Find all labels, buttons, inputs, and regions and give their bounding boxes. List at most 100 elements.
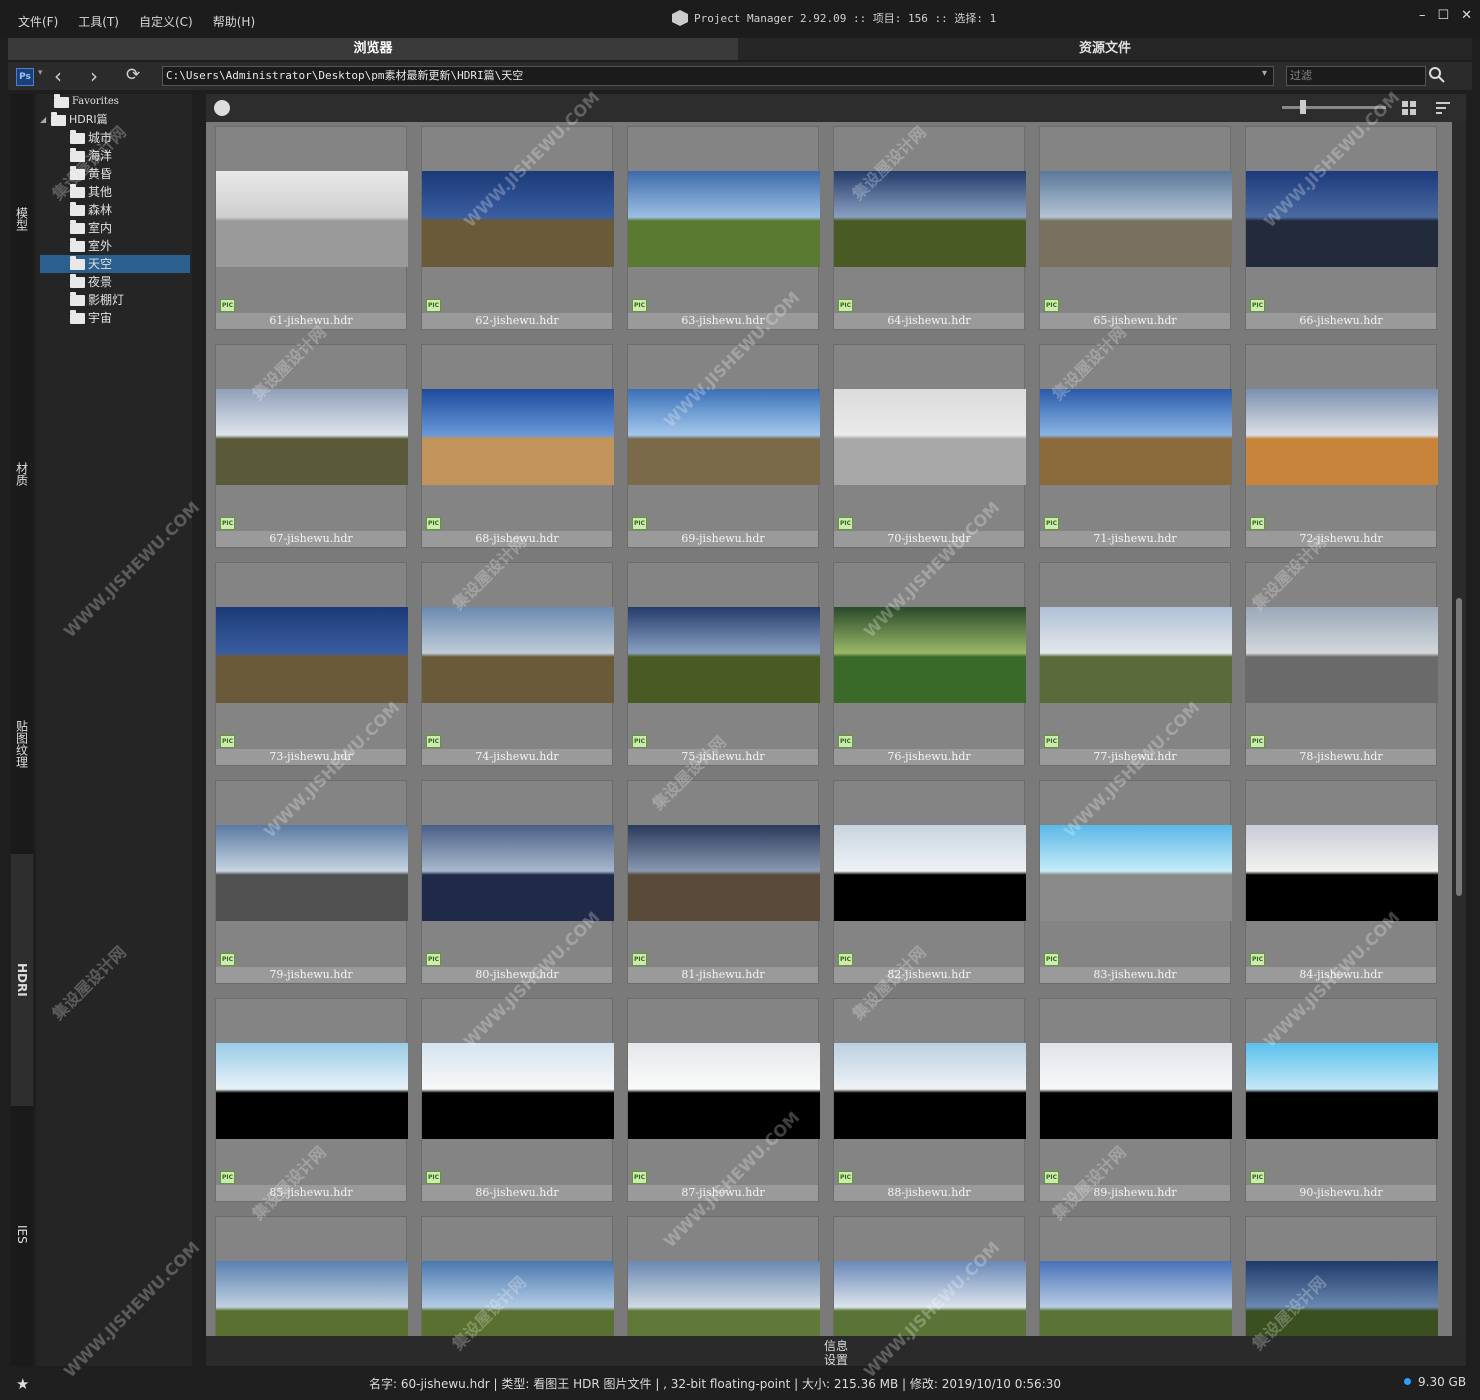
hdri-thumbnail — [834, 1261, 1026, 1336]
thumbnail-card[interactable]: PIC 80-jishewu.hdr — [421, 780, 614, 984]
thumbnail-card[interactable]: PIC 76-jishewu.hdr — [833, 562, 1026, 766]
thumbnail-card[interactable] — [421, 1216, 614, 1336]
tree-folder[interactable]: 室内 — [70, 219, 112, 237]
minimize-icon[interactable]: – — [1419, 8, 1426, 23]
hdri-thumbnail — [628, 1261, 820, 1336]
thumbnail-card[interactable] — [1039, 1216, 1232, 1336]
thumbnail-card[interactable] — [1245, 1216, 1438, 1336]
thumbnail-card[interactable]: PIC 63-jishewu.hdr — [627, 126, 820, 330]
favorites-folder-icon — [54, 93, 69, 108]
thumbnail-card[interactable]: PIC 64-jishewu.hdr — [833, 126, 1026, 330]
maximize-icon[interactable]: ☐ — [1437, 8, 1449, 23]
thumbnail-label: 77-jishewu.hdr — [1040, 749, 1230, 765]
thumbnail-card[interactable]: PIC 79-jishewu.hdr — [215, 780, 408, 984]
grid-scrollbar[interactable] — [1452, 122, 1466, 1336]
menu-customize[interactable]: 自定义(C) — [129, 13, 203, 30]
menu-file[interactable]: 文件(F) — [8, 13, 68, 30]
panel-splitter[interactable] — [192, 94, 204, 1366]
menu-tools[interactable]: 工具(T) — [68, 13, 129, 30]
close-icon[interactable]: ✕ — [1461, 8, 1472, 23]
collapse-icon[interactable]: ◢ — [40, 111, 48, 129]
sidetab-hdri[interactable]: HDRI — [11, 854, 33, 1106]
tree-folder[interactable]: 夜景 — [70, 273, 112, 291]
thumbnail-card[interactable]: PIC 86-jishewu.hdr — [421, 998, 614, 1202]
thumbnail-card[interactable]: PIC 70-jishewu.hdr — [833, 344, 1026, 548]
thumbnail-card[interactable]: PIC 74-jishewu.hdr — [421, 562, 614, 766]
thumbnail-card[interactable]: PIC 62-jishewu.hdr — [421, 126, 614, 330]
thumbnail-card[interactable]: PIC 82-jishewu.hdr — [833, 780, 1026, 984]
thumbnail-card[interactable]: PIC 65-jishewu.hdr — [1039, 126, 1232, 330]
sidetab-materials[interactable]: 材质 — [11, 394, 33, 554]
thumbnail-card[interactable]: PIC 89-jishewu.hdr — [1039, 998, 1232, 1202]
search-icon[interactable] — [1428, 66, 1446, 84]
forward-icon[interactable]: › — [90, 64, 98, 88]
thumbnail-card[interactable] — [833, 1216, 1026, 1336]
hdri-thumbnail — [1040, 825, 1232, 921]
thumbnail-card[interactable]: PIC 78-jishewu.hdr — [1245, 562, 1438, 766]
thumbnail-card[interactable]: PIC 85-jishewu.hdr — [215, 998, 408, 1202]
thumbnail-card[interactable]: PIC 88-jishewu.hdr — [833, 998, 1026, 1202]
tree-folder[interactable]: 城市 — [70, 129, 112, 147]
thumbnail-card[interactable]: PIC 67-jishewu.hdr — [215, 344, 408, 548]
pic-type-icon: PIC — [838, 1171, 853, 1184]
sidetab-textures[interactable]: 贴图纹理 — [11, 634, 33, 854]
thumbnail-card[interactable]: PIC 73-jishewu.hdr — [215, 562, 408, 766]
ps-dropdown-icon[interactable]: ▾ — [38, 68, 43, 78]
thumbnail-label: 68-jishewu.hdr — [422, 531, 612, 547]
app-logo-icon — [672, 10, 688, 26]
thumbnail-card[interactable] — [627, 1216, 820, 1336]
slider-handle[interactable] — [1300, 100, 1306, 114]
tab-browser[interactable]: 浏览器 — [8, 38, 738, 60]
tree-folder[interactable]: 其他 — [70, 183, 112, 201]
thumbnail-card[interactable]: PIC 72-jishewu.hdr — [1245, 344, 1438, 548]
hdri-thumbnail — [1246, 1043, 1438, 1139]
tab-assets[interactable]: 资源文件 — [738, 38, 1472, 60]
filter-input[interactable]: 过滤 — [1286, 66, 1426, 86]
hdri-thumbnail — [1040, 607, 1232, 703]
menu-help[interactable]: 帮助(H) — [203, 13, 265, 30]
path-dropdown-icon[interactable]: ▾ — [1262, 68, 1267, 79]
tree-folder[interactable]: 黄昏 — [70, 165, 112, 183]
refresh-icon[interactable]: ⟳ — [126, 65, 140, 85]
path-input[interactable]: C:\Users\Administrator\Desktop\pm素材最新更新\… — [162, 66, 1274, 86]
tree-folder[interactable]: 天空 — [40, 255, 190, 273]
grid-view-icon[interactable] — [1402, 101, 1416, 115]
photoshop-icon[interactable]: Ps — [16, 68, 34, 86]
tree-folder[interactable]: 森林 — [70, 201, 112, 219]
back-icon[interactable]: ‹ — [54, 64, 62, 88]
thumbnail-card[interactable]: PIC 69-jishewu.hdr — [627, 344, 820, 548]
thumbnail-card[interactable]: PIC 68-jishewu.hdr — [421, 344, 614, 548]
thumbnail-card[interactable]: PIC 90-jishewu.hdr — [1245, 998, 1438, 1202]
thumbnail-card[interactable]: PIC 81-jishewu.hdr — [627, 780, 820, 984]
sidetab-models[interactable]: 模型 — [11, 154, 33, 284]
hdri-thumbnail — [1040, 1261, 1232, 1336]
thumbnail-card[interactable]: PIC 66-jishewu.hdr — [1245, 126, 1438, 330]
window-title: Project Manager 2.92.09 :: 项目: 156 :: 选择… — [672, 10, 996, 26]
thumbnail-card[interactable]: PIC 71-jishewu.hdr — [1039, 344, 1232, 548]
tree-folder[interactable]: 影棚灯 — [70, 291, 124, 309]
sidetab-ies[interactable]: IES — [11, 1174, 33, 1294]
thumbnail-card[interactable]: PIC 75-jishewu.hdr — [627, 562, 820, 766]
thumbnail-card[interactable]: PIC 84-jishewu.hdr — [1245, 780, 1438, 984]
tree-folder[interactable]: 海洋 — [70, 147, 112, 165]
thumbnail-card[interactable]: PIC 83-jishewu.hdr — [1039, 780, 1232, 984]
hdri-thumbnail — [422, 1043, 614, 1139]
hdri-thumbnail — [628, 171, 820, 267]
settings-toggle[interactable]: 设置 — [206, 1351, 1466, 1368]
disk-status-icon — [1404, 1378, 1411, 1385]
thumbnail-card[interactable] — [215, 1216, 408, 1336]
window-title-text: Project Manager 2.92.09 :: 项目: 156 :: 选择… — [694, 12, 997, 25]
hdri-thumbnail — [628, 607, 820, 703]
refresh-thumbnails-icon[interactable] — [214, 100, 230, 116]
thumbnail-card[interactable]: PIC 87-jishewu.hdr — [627, 998, 820, 1202]
thumbnail-size-slider[interactable] — [1282, 106, 1386, 109]
tree-folder[interactable]: 室外 — [70, 237, 112, 255]
scrollbar-thumb[interactable] — [1456, 598, 1462, 896]
tree-folder[interactable]: 宇宙 — [70, 309, 112, 327]
sort-icon[interactable] — [1436, 101, 1450, 115]
thumbnail-card[interactable]: PIC 61-jishewu.hdr — [215, 126, 408, 330]
pic-type-icon: PIC — [1044, 299, 1059, 312]
tree-favorites[interactable]: Favorites — [54, 93, 119, 111]
tree-root[interactable]: ◢ HDRI篇 — [40, 111, 108, 129]
thumbnail-card[interactable]: PIC 77-jishewu.hdr — [1039, 562, 1232, 766]
